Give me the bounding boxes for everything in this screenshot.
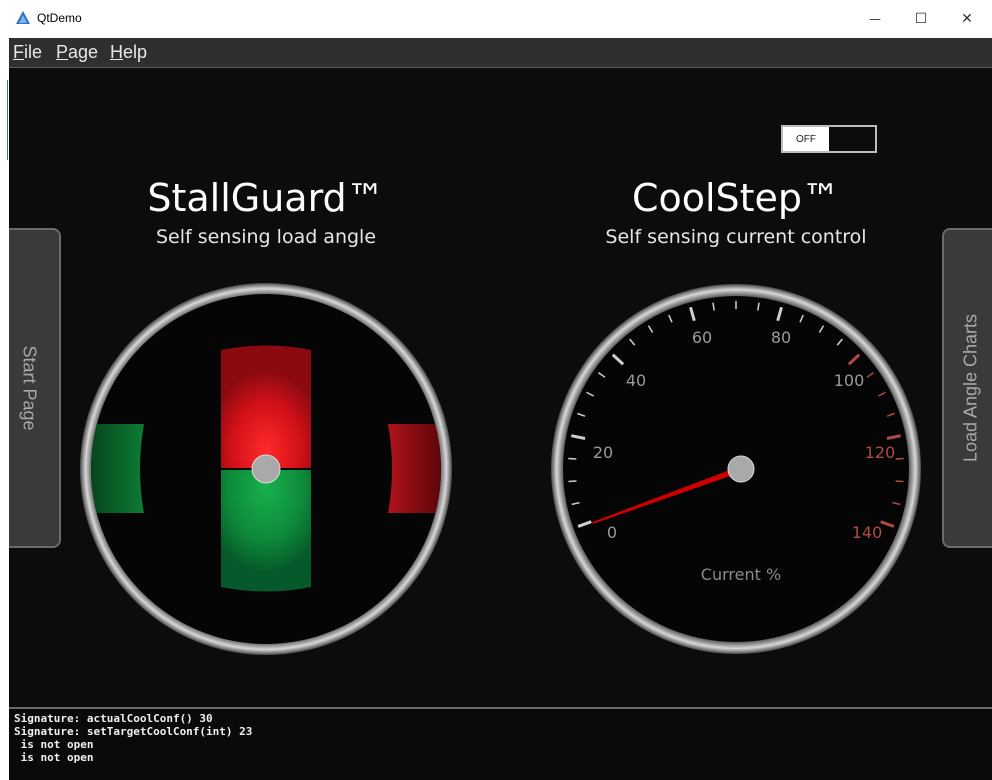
menu-help[interactable]: Help — [110, 42, 147, 63]
load-angle-charts-label: Load Angle Charts — [961, 314, 982, 462]
minimize-button[interactable]: — — [852, 4, 898, 34]
load-angle-red-segment — [221, 346, 311, 469]
console-line: is not open — [14, 738, 93, 751]
gauge-label-40: 40 — [626, 371, 646, 390]
title-bar: QtDemo — ☐ ✕ — [0, 0, 992, 38]
console-line: Signature: setTargetCoolConf(int) 23 — [14, 725, 252, 738]
console-line: is not open — [14, 751, 93, 764]
stallguard-title: StallGuard™ — [116, 176, 416, 220]
coolstep-subtitle: Self sensing current control — [566, 226, 906, 248]
minimize-icon: — — [869, 12, 881, 26]
gauge-unit-label: Current % — [701, 565, 781, 584]
gauge-label-140: 140 — [852, 523, 883, 542]
gauge-label-60: 60 — [692, 328, 712, 347]
stallguard-subtitle: Self sensing load angle — [116, 226, 416, 248]
console-line: Signature: actualCoolConf() 30 — [14, 712, 213, 725]
menu-bar: File Page Help — [9, 38, 992, 68]
close-icon: ✕ — [961, 11, 973, 27]
coolstep-hub — [728, 456, 754, 482]
menu-page[interactable]: Page — [56, 42, 98, 63]
main-panel: OFF StallGuard™ Self sensing load angle … — [9, 68, 992, 707]
app-logo-icon — [16, 11, 30, 25]
coolstep-title: CoolStep™ — [566, 176, 906, 220]
coolstep-gauge: 0 20 40 60 80 100 120 140 Current % — [551, 282, 921, 656]
menu-file[interactable]: File — [13, 42, 42, 63]
maximize-button[interactable]: ☐ — [898, 4, 944, 34]
gauge-label-120: 120 — [865, 443, 896, 462]
maximize-icon: ☐ — [915, 11, 928, 27]
gauge-label-100: 100 — [834, 371, 865, 390]
load-angle-charts-tab[interactable]: Load Angle Charts — [942, 228, 992, 548]
gauge-label-80: 80 — [771, 328, 791, 347]
console-output: Signature: actualCoolConf() 30 Signature… — [9, 707, 992, 780]
stallguard-gauge — [80, 281, 452, 657]
window-title: QtDemo — [37, 11, 82, 25]
stallguard-hub — [252, 455, 280, 483]
start-page-tab[interactable]: Start Page — [9, 228, 61, 548]
gauge-tick — [896, 481, 904, 482]
start-page-label: Start Page — [19, 345, 40, 430]
close-button[interactable]: ✕ — [944, 4, 990, 34]
gauge-tick — [568, 481, 576, 482]
toggle-label: OFF — [783, 127, 829, 151]
gauge-label-0: 0 — [607, 523, 617, 542]
gauge-label-20: 20 — [593, 443, 613, 462]
window-left-border — [0, 38, 9, 778]
power-toggle[interactable]: OFF — [781, 125, 877, 153]
load-angle-green-segment — [221, 470, 311, 592]
